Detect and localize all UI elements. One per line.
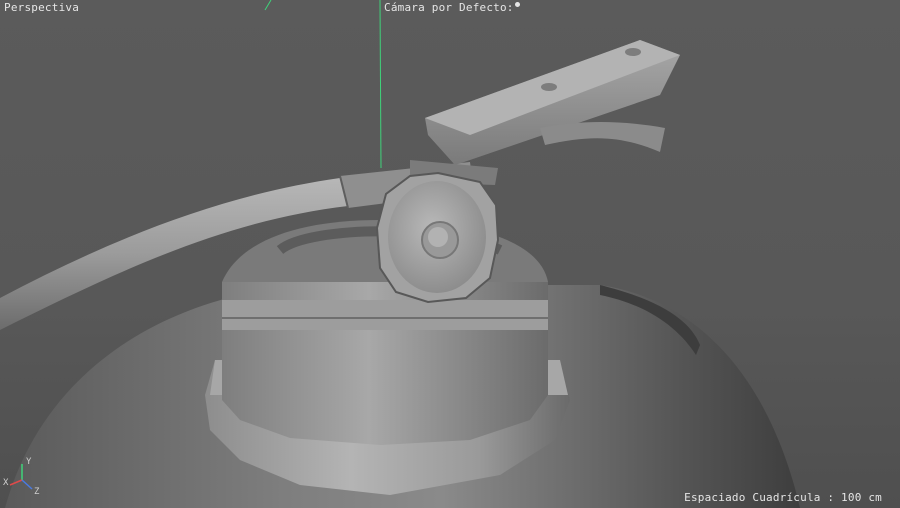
gizmo-x-label: X — [3, 478, 9, 488]
gizmo-z-label: Z — [34, 487, 40, 496]
camera-name-label[interactable]: Cámara por Defecto: — [384, 1, 520, 14]
scene-render — [0, 0, 800, 508]
camera-dot-icon — [514, 2, 520, 7]
3d-viewport[interactable]: Perspectiva Cámara por Defecto: Espaciad… — [0, 0, 900, 508]
grid-spacing-label: Espaciado Cuadrícula : 100 cm — [684, 491, 882, 504]
axis-gizmo-icon: Y X Z — [3, 457, 40, 496]
camera-name-text: Cámara por Defecto: — [384, 1, 514, 14]
view-name-label[interactable]: Perspectiva — [4, 1, 79, 14]
gizmo-y-label: Y — [26, 457, 32, 467]
y-axis-line — [379, 0, 382, 169]
